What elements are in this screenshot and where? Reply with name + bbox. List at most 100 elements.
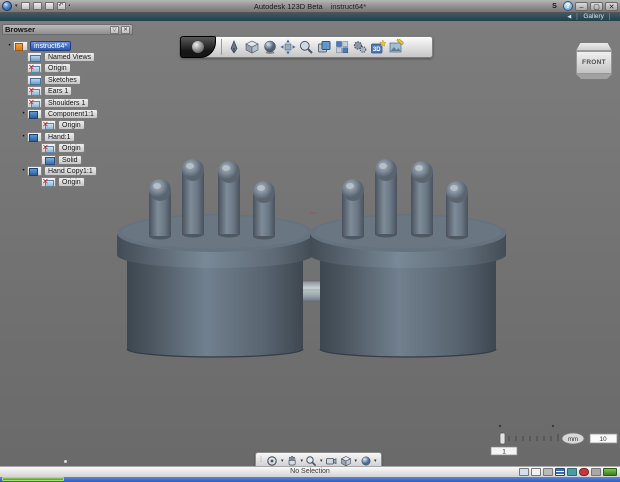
hidden-feature-icon[interactable] bbox=[27, 98, 42, 108]
model-peg[interactable] bbox=[253, 181, 275, 240]
tree-item-shoulders[interactable]: Shoulders 1 bbox=[2, 97, 133, 108]
tree-label[interactable]: Origin bbox=[58, 177, 85, 187]
viewcube-bottom-face[interactable] bbox=[576, 74, 612, 79]
view-cube[interactable]: FRONT bbox=[576, 43, 612, 79]
scale-slider-handle[interactable] bbox=[500, 433, 505, 444]
tree-label[interactable]: Shoulders 1 bbox=[44, 98, 89, 108]
orbit-icon[interactable] bbox=[266, 454, 279, 466]
minimize-button[interactable]: – bbox=[575, 2, 588, 11]
gallery-tab[interactable]: Gallery bbox=[583, 13, 604, 21]
tree-item-named-views[interactable]: Named Views bbox=[2, 51, 133, 62]
hidden-origin-icon[interactable] bbox=[41, 177, 56, 187]
look-at-camera-icon[interactable] bbox=[325, 454, 338, 466]
model-peg[interactable] bbox=[218, 161, 240, 238]
close-button[interactable]: ✕ bbox=[605, 2, 618, 11]
hidden-origin-icon[interactable] bbox=[41, 120, 56, 130]
sketch-pen-icon[interactable] bbox=[225, 38, 243, 56]
tree-item-solid[interactable]: Solid bbox=[2, 154, 133, 165]
tweak-magnifier-icon[interactable] bbox=[297, 38, 315, 56]
tree-item-origin[interactable]: Origin bbox=[2, 143, 133, 154]
toolbar-grip[interactable]: ⁞ bbox=[260, 457, 262, 464]
expand-arrow-icon[interactable]: • bbox=[20, 168, 27, 174]
model-peg[interactable] bbox=[446, 181, 468, 240]
panel-resize-dot[interactable] bbox=[64, 460, 67, 463]
tree-item-origin[interactable]: Origin bbox=[2, 120, 133, 131]
transform-icon[interactable] bbox=[279, 38, 297, 56]
box-select-icon[interactable] bbox=[531, 468, 541, 476]
tree-label[interactable]: Ears 1 bbox=[44, 86, 72, 96]
tree-item-sketches[interactable]: Sketches bbox=[2, 74, 133, 85]
tree-label[interactable]: Solid bbox=[58, 155, 82, 165]
dropdown-caret-icon[interactable]: ▾ bbox=[374, 458, 377, 464]
tree-item-origin[interactable]: Origin bbox=[2, 177, 133, 188]
pan-hand-icon[interactable] bbox=[285, 454, 298, 466]
expand-arrow-icon[interactable]: • bbox=[6, 43, 13, 49]
viewport-canvas[interactable]: Browser ▽ ✕ • instruct64* Named Views bbox=[0, 21, 620, 466]
model-peg[interactable] bbox=[182, 159, 204, 238]
solid-body-icon[interactable] bbox=[41, 155, 56, 165]
combine-icon[interactable] bbox=[315, 38, 333, 56]
hidden-feature-icon[interactable] bbox=[27, 86, 42, 96]
viewcube-top-face[interactable] bbox=[576, 43, 612, 51]
folder-icon[interactable] bbox=[27, 52, 42, 62]
tree-label[interactable]: Sketches bbox=[44, 75, 81, 85]
dropdown-caret-icon[interactable]: ▾ bbox=[355, 458, 358, 464]
model-right-drum[interactable] bbox=[310, 159, 506, 357]
folder-icon[interactable] bbox=[27, 75, 42, 85]
tree-item-root[interactable]: • instruct64* bbox=[2, 40, 133, 51]
export-3d-icon[interactable]: 3D bbox=[369, 38, 387, 56]
tree-label[interactable]: Named Views bbox=[44, 52, 95, 62]
lock-icon[interactable] bbox=[543, 468, 553, 476]
help-icon[interactable]: ? bbox=[563, 1, 573, 11]
tree-item-hand-copy[interactable]: • Hand Copy1:1 bbox=[2, 165, 133, 176]
gears-icon[interactable] bbox=[351, 38, 369, 56]
tree-label[interactable]: Origin bbox=[58, 120, 85, 130]
browser-close-icon[interactable]: ✕ bbox=[121, 26, 130, 34]
gallery-back-icon[interactable]: ◀ bbox=[567, 13, 571, 21]
hidden-origin-icon[interactable] bbox=[27, 63, 42, 73]
tree-item-origin[interactable]: Origin bbox=[2, 63, 133, 74]
view-style-cube-icon[interactable] bbox=[340, 454, 353, 466]
model-peg[interactable] bbox=[342, 179, 364, 240]
model-peg[interactable] bbox=[411, 161, 433, 238]
hidden-origin-icon[interactable] bbox=[41, 143, 56, 153]
viewcube-front-face[interactable]: FRONT bbox=[576, 51, 612, 74]
grid-scale-bar[interactable]: 1 mm 10 bbox=[489, 420, 619, 456]
taskbar-start-segment[interactable] bbox=[2, 477, 64, 481]
model-3d-view[interactable] bbox=[115, 153, 510, 365]
plug-icon[interactable] bbox=[591, 468, 601, 476]
tree-label[interactable]: Hand:1 bbox=[44, 132, 75, 142]
record-icon[interactable] bbox=[579, 468, 589, 476]
maximize-button[interactable]: ▢ bbox=[590, 2, 603, 11]
material-status-icon[interactable] bbox=[567, 468, 577, 476]
tree-item-hand[interactable]: • Hand:1 bbox=[2, 131, 133, 142]
model-peg[interactable] bbox=[375, 159, 397, 238]
battery-icon[interactable] bbox=[603, 468, 617, 476]
tree-label[interactable]: Hand Copy1:1 bbox=[44, 166, 97, 176]
browser-filter-icon[interactable]: ▽ bbox=[110, 26, 119, 34]
dropdown-caret-icon[interactable]: ▾ bbox=[300, 458, 303, 464]
tree-label[interactable]: Origin bbox=[58, 143, 85, 153]
material-sphere-icon[interactable] bbox=[359, 454, 372, 466]
component-icon[interactable] bbox=[27, 109, 42, 119]
primitive-sphere-icon[interactable] bbox=[261, 38, 279, 56]
primitive-box-icon[interactable] bbox=[243, 38, 261, 56]
tree-label[interactable]: Component1:1 bbox=[44, 109, 98, 119]
expand-arrow-icon[interactable]: • bbox=[20, 111, 27, 117]
document-icon[interactable] bbox=[13, 41, 28, 51]
expand-arrow-icon[interactable]: • bbox=[20, 134, 27, 140]
component-icon[interactable] bbox=[27, 166, 42, 176]
tree-item-ears[interactable]: Ears 1 bbox=[2, 86, 133, 97]
signin-icon[interactable]: S bbox=[548, 2, 561, 11]
dropdown-caret-icon[interactable]: ▾ bbox=[320, 458, 323, 464]
pattern-grid-icon[interactable] bbox=[333, 38, 351, 56]
model-peg[interactable] bbox=[149, 179, 171, 240]
model-left-drum[interactable] bbox=[117, 159, 313, 357]
layers-icon[interactable] bbox=[555, 468, 565, 476]
tree-item-component1[interactable]: • Component1:1 bbox=[2, 108, 133, 119]
zoom-magnifier-icon[interactable] bbox=[305, 454, 318, 466]
tree-label[interactable]: Origin bbox=[44, 63, 71, 73]
edit-image-icon[interactable] bbox=[387, 38, 405, 56]
app-menu-button[interactable] bbox=[180, 36, 216, 58]
browser-header[interactable]: Browser ▽ ✕ bbox=[2, 24, 133, 35]
